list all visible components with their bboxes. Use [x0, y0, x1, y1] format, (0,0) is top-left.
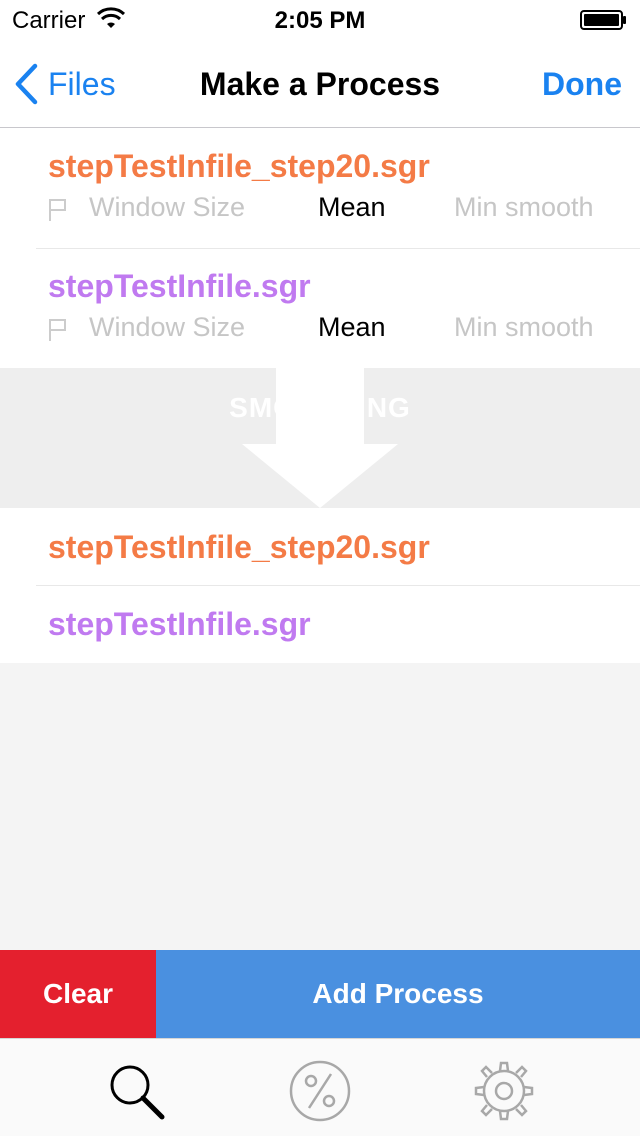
status-time: 2:05 PM	[274, 7, 366, 34]
flag-icon[interactable]	[48, 198, 68, 222]
window-size-option[interactable]: Window Size	[89, 312, 245, 343]
input-file-row[interactable]: stepTestInfile.sgr Window Size Mean Min …	[0, 248, 640, 368]
clear-button[interactable]: Clear	[0, 950, 156, 1038]
gear-icon[interactable]	[472, 1059, 536, 1123]
add-process-button[interactable]: Add Process	[156, 950, 640, 1038]
output-file-row[interactable]: stepTestInfile.sgr	[0, 585, 640, 662]
mean-option[interactable]: Mean	[318, 192, 386, 223]
process-step-band: SMOOTHING	[0, 368, 640, 508]
min-smooth-option[interactable]: Min smooth	[454, 312, 594, 343]
min-smooth-option[interactable]: Min smooth	[454, 192, 594, 223]
window-size-option[interactable]: Window Size	[89, 192, 245, 223]
action-bar: Clear Add Process	[0, 950, 640, 1038]
navigation-bar: Files Make a Process Done	[0, 40, 640, 128]
down-arrow-icon	[242, 368, 398, 508]
file-name: stepTestInfile_step20.sgr	[48, 529, 430, 565]
done-button[interactable]: Done	[542, 66, 622, 103]
status-bar: Carrier 2:05 PM	[0, 0, 640, 40]
percent-icon[interactable]	[288, 1059, 352, 1123]
search-icon[interactable]	[104, 1059, 168, 1123]
flag-icon[interactable]	[48, 318, 68, 342]
battery-icon	[580, 10, 626, 30]
tab-bar	[0, 1038, 640, 1136]
output-file-list: stepTestInfile_step20.sgr stepTestInfile…	[0, 508, 640, 663]
input-file-list: stepTestInfile_step20.sgr Window Size Me…	[0, 128, 640, 368]
file-name: stepTestInfile.sgr	[48, 268, 311, 304]
mean-option[interactable]: Mean	[318, 312, 386, 343]
process-step-label: SMOOTHING	[229, 392, 411, 423]
file-name: stepTestInfile.sgr	[48, 606, 311, 642]
output-file-row[interactable]: stepTestInfile_step20.sgr	[0, 508, 640, 585]
input-file-row[interactable]: stepTestInfile_step20.sgr Window Size Me…	[0, 128, 640, 248]
file-name: stepTestInfile_step20.sgr	[48, 148, 430, 184]
